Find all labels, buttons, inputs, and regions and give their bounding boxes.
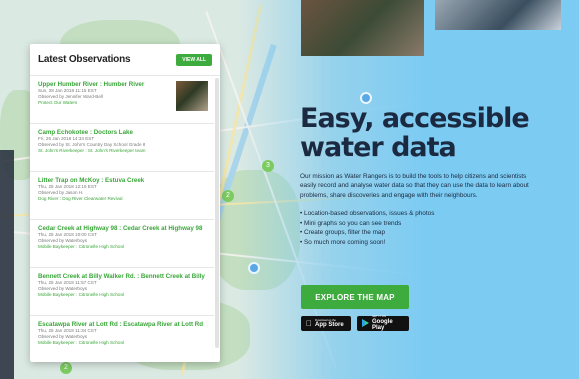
rangers-photo	[301, 0, 424, 56]
hero-title-line1: Easy, accessible	[300, 103, 530, 134]
view-all-button[interactable]: VIEW ALL	[176, 53, 212, 66]
observations-list: Upper Humber River : Humber River Sun, 2…	[30, 76, 214, 362]
hero-title: Easy, accessible water data	[300, 104, 560, 162]
observation-title[interactable]: Escatawpa River at Lott Rd : Escatawpa R…	[38, 321, 206, 328]
google-play-badge[interactable]: GET IT ON Google Play	[357, 315, 409, 332]
latest-observations-panel: Latest Observations VIEW ALL Upper Humbe…	[30, 44, 220, 362]
list-item[interactable]: Bennett Creek at Billy Walker Rd. : Benn…	[30, 268, 214, 316]
panel-scrollbar[interactable]	[215, 78, 219, 348]
list-item[interactable]: Litter Trap on McKoy : Estuva Creek Thu,…	[30, 172, 214, 220]
list-item[interactable]: Upper Humber River : Humber River Sun, 2…	[30, 76, 214, 124]
observation-title[interactable]: Litter Trap on McKoy : Estuva Creek	[38, 177, 206, 184]
google-play-icon	[362, 318, 369, 329]
observation-group[interactable]: Dog River : Dog River Clearwater Revival	[38, 196, 206, 202]
hero-title-line2: water data	[300, 132, 457, 163]
list-item[interactable]: Camp Echokotee : Doctors Lake Fri, 26 Ja…	[30, 124, 214, 172]
google-play-label: Google Play	[372, 318, 393, 332]
observation-thumbnail[interactable]	[176, 81, 208, 111]
explore-map-button[interactable]: EXPLORE THE MAP	[301, 285, 409, 309]
observation-group[interactable]: Mobile Baykeeper : Citronelle High Schoo…	[38, 292, 206, 298]
hero-section: Easy, accessible water data Our mission …	[300, 104, 560, 248]
map-cluster[interactable]: 2	[60, 362, 72, 374]
panel-header: Latest Observations VIEW ALL	[30, 44, 220, 76]
observation-title[interactable]: Cedar Creek at Highway 98 : Cedar Creek …	[38, 225, 206, 232]
feature-item: • Mini graphs so you can see trends	[300, 219, 402, 227]
feature-item: • Create groups, filter the map	[300, 229, 386, 237]
app-store-badge[interactable]:  Download on the App Store	[301, 316, 351, 331]
apple-icon: 	[306, 319, 312, 328]
list-item[interactable]: Cedar Creek at Highway 98 : Cedar Creek …	[30, 220, 214, 268]
map-cluster[interactable]: 3	[262, 160, 274, 172]
observation-group[interactable]: Mobile Baykeeper : Citronelle High Schoo…	[38, 244, 206, 250]
feature-item: • Location-based observations, issues & …	[300, 210, 435, 218]
map-cluster[interactable]: 2	[222, 190, 234, 202]
observation-title[interactable]: Camp Echokotee : Doctors Lake	[38, 129, 206, 136]
hero-description: Our mission as Water Rangers is to build…	[300, 173, 529, 199]
feature-item: • So much more coming soon!	[300, 239, 386, 246]
observation-group[interactable]: Mobile Baykeeper : Citronelle High Schoo…	[38, 340, 206, 346]
app-store-label: App Store	[309, 321, 344, 328]
water-sample-photo	[435, 0, 561, 30]
observation-title[interactable]: Bennett Creek at Billy Walker Rd. : Benn…	[38, 273, 206, 280]
feature-list: • Location-based observations, issues & …	[300, 209, 560, 247]
panel-title: Latest Observations	[38, 54, 131, 65]
observation-group[interactable]: St. John's Riverkeeper : St. John's Rive…	[38, 148, 206, 154]
list-item[interactable]: Escatawpa River at Lott Rd : Escatawpa R…	[30, 316, 214, 362]
map-marker[interactable]	[248, 262, 260, 274]
